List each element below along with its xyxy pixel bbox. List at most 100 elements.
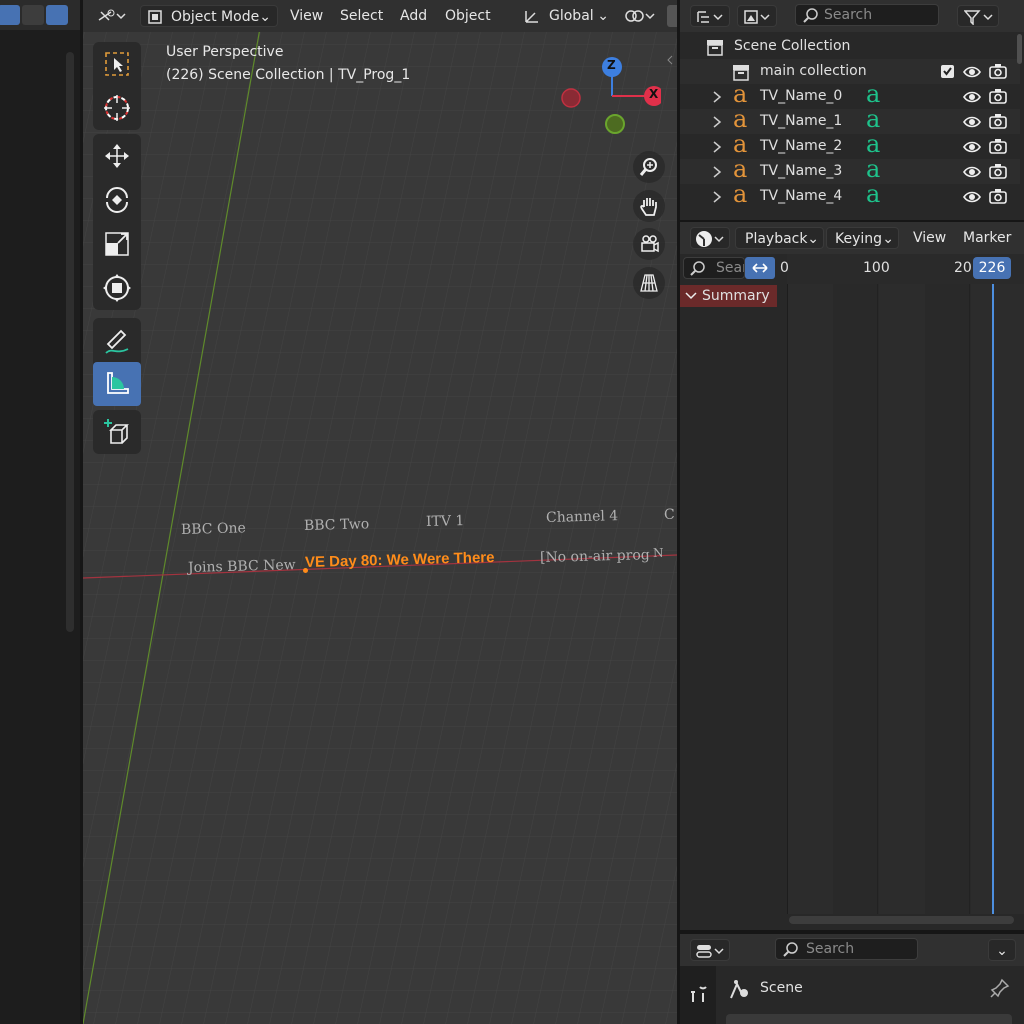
scene-properties-panel[interactable]: Scene bbox=[724, 976, 1024, 1002]
text-data-icon[interactable]: a bbox=[866, 132, 880, 157]
playhead-line[interactable] bbox=[992, 284, 994, 914]
menu-select[interactable]: Select bbox=[340, 5, 383, 27]
select-box-tool[interactable] bbox=[93, 42, 141, 86]
outliner-row-tv-name[interactable]: a TV_Name_2 a bbox=[680, 132, 1020, 159]
text-data-icon[interactable]: a bbox=[866, 157, 880, 182]
properties-editor-type[interactable] bbox=[690, 939, 730, 961]
perspective-toggle-button[interactable] bbox=[633, 267, 665, 299]
3d-viewport[interactable]: Object Mode ⌄ View Select Add Object Glo… bbox=[83, 0, 677, 1024]
frame-ruler[interactable]: 0 100 20 226 bbox=[780, 254, 1024, 284]
channel-text-channel-4[interactable]: Channel 4 bbox=[546, 508, 619, 526]
camera-icon[interactable] bbox=[989, 88, 1007, 104]
properties-options-dropdown[interactable]: ⌄ bbox=[988, 939, 1016, 961]
keying-menu[interactable]: Keying ⌄ bbox=[826, 227, 899, 249]
eye-icon[interactable] bbox=[963, 64, 981, 80]
outliner-row-tv-name[interactable]: a TV_Name_1 a bbox=[680, 107, 1020, 134]
pin-icon[interactable] bbox=[990, 978, 1010, 998]
text-data-icon[interactable]: a bbox=[866, 182, 880, 207]
chevron-right-icon[interactable] bbox=[712, 141, 722, 153]
eye-icon[interactable] bbox=[963, 164, 981, 180]
playback-menu[interactable]: Playback ⌄ bbox=[735, 227, 824, 249]
mode-label: Object Mode bbox=[171, 9, 260, 25]
list-view-button[interactable] bbox=[0, 5, 20, 25]
outliner-row-tv-name[interactable]: a TV_Name_4 a bbox=[680, 182, 1020, 209]
left-editor-strip bbox=[0, 0, 80, 1024]
editor-type-button[interactable] bbox=[95, 5, 131, 27]
display-mode-dropdown[interactable] bbox=[737, 5, 777, 27]
outliner-editor-type[interactable] bbox=[690, 5, 730, 27]
camera-icon[interactable] bbox=[989, 138, 1007, 154]
menu-view[interactable]: View bbox=[290, 5, 323, 27]
outliner-scrollbar[interactable] bbox=[1017, 34, 1022, 64]
filter-dropdown[interactable] bbox=[957, 5, 999, 27]
text-data-icon[interactable]: a bbox=[866, 82, 880, 107]
outliner-row-tv-name[interactable]: a TV_Name_0 a bbox=[680, 82, 1020, 109]
summary-channel[interactable]: Summary bbox=[680, 285, 777, 307]
menu-object[interactable]: Object bbox=[445, 5, 491, 27]
add-cube-tool[interactable] bbox=[93, 410, 141, 454]
move-tool[interactable] bbox=[93, 134, 141, 178]
timeline-search-input[interactable]: Sear bbox=[683, 257, 745, 279]
navigation-gizmo[interactable]: Z X bbox=[561, 54, 664, 134]
only-show-selected-toggle[interactable] bbox=[745, 257, 775, 279]
snap-toggle[interactable] bbox=[667, 5, 677, 27]
mode-dropdown[interactable]: Object Mode ⌄ bbox=[140, 5, 278, 27]
chevron-right-icon[interactable] bbox=[712, 116, 722, 128]
camera-icon[interactable] bbox=[989, 163, 1007, 179]
timeline-horizontal-scrollbar[interactable] bbox=[789, 916, 1014, 924]
keyframe-area[interactable] bbox=[787, 284, 1024, 924]
zoom-button[interactable] bbox=[633, 151, 665, 183]
details-view-button[interactable] bbox=[46, 5, 68, 25]
chevron-right-icon[interactable] bbox=[712, 166, 722, 178]
cursor-tool[interactable] bbox=[93, 86, 141, 130]
ruler-label-0: 0 bbox=[780, 260, 789, 276]
properties-search-input[interactable]: Search bbox=[775, 938, 918, 960]
camera-icon[interactable] bbox=[989, 188, 1007, 204]
channel-text-bbc-two[interactable]: BBC Two bbox=[304, 516, 370, 534]
text-data-icon[interactable]: a bbox=[866, 107, 880, 132]
channel-text-bbc-one[interactable]: BBC One bbox=[181, 520, 246, 538]
text-view-button[interactable] bbox=[22, 5, 44, 25]
eye-icon[interactable] bbox=[963, 89, 981, 105]
pivot-dropdown[interactable] bbox=[620, 5, 660, 27]
programme-text-bbc-news[interactable]: Joins BBC New bbox=[188, 557, 296, 576]
tool-settings-icon[interactable] bbox=[689, 984, 709, 1004]
rotate-icon bbox=[106, 187, 128, 213]
camera-icon[interactable] bbox=[989, 63, 1007, 79]
eye-icon[interactable] bbox=[963, 189, 981, 205]
programme-text-no-on-air[interactable]: [No on-air prog bbox=[540, 547, 650, 566]
chevron-down-icon: ⌄ bbox=[259, 9, 271, 25]
orientation-dropdown[interactable]: Global ⌄ bbox=[519, 5, 611, 27]
channel-region: Sear Summary bbox=[680, 254, 784, 930]
outliner-row-scene-collection[interactable]: Scene Collection bbox=[680, 34, 1020, 59]
channel-text-partial[interactable]: C bbox=[664, 507, 675, 523]
transform-tool[interactable] bbox=[93, 266, 141, 310]
pan-button[interactable] bbox=[633, 190, 665, 222]
outliner-row-tv-name[interactable]: a TV_Name_3 a bbox=[680, 157, 1020, 184]
eye-icon[interactable] bbox=[963, 139, 981, 155]
annotate-tool[interactable] bbox=[93, 318, 141, 362]
camera-icon[interactable] bbox=[989, 113, 1007, 129]
playback-menu-label: Playback bbox=[745, 231, 808, 247]
checkbox-icon[interactable] bbox=[940, 64, 955, 79]
menu-add[interactable]: Add bbox=[400, 5, 427, 27]
chevron-right-icon[interactable] bbox=[712, 191, 722, 203]
timeline-editor-type[interactable] bbox=[690, 227, 730, 249]
outliner-row-main-collection[interactable]: main collection bbox=[680, 59, 1020, 84]
eye-icon[interactable] bbox=[963, 114, 981, 130]
left-scrollbar[interactable] bbox=[66, 52, 74, 632]
outliner-search-input[interactable]: Search bbox=[795, 4, 939, 26]
chevron-right-icon[interactable] bbox=[712, 91, 722, 103]
timeline-menu-marker[interactable]: Marker bbox=[963, 227, 1011, 249]
timeline-menu-view[interactable]: View bbox=[913, 227, 946, 249]
camera-view-button[interactable] bbox=[633, 228, 665, 260]
channel-text-itv-1[interactable]: ITV 1 bbox=[426, 513, 465, 530]
viewport-collapse-arrow[interactable] bbox=[667, 52, 673, 68]
current-frame-indicator[interactable]: 226 bbox=[973, 257, 1011, 279]
measure-tool[interactable] bbox=[93, 362, 141, 406]
scale-tool[interactable] bbox=[93, 222, 141, 266]
chevron-down-icon bbox=[685, 288, 697, 304]
programme-text-overlap[interactable]: N bbox=[653, 546, 664, 560]
rotate-tool[interactable] bbox=[93, 178, 141, 222]
outliner-search-placeholder: Search bbox=[824, 7, 873, 23]
